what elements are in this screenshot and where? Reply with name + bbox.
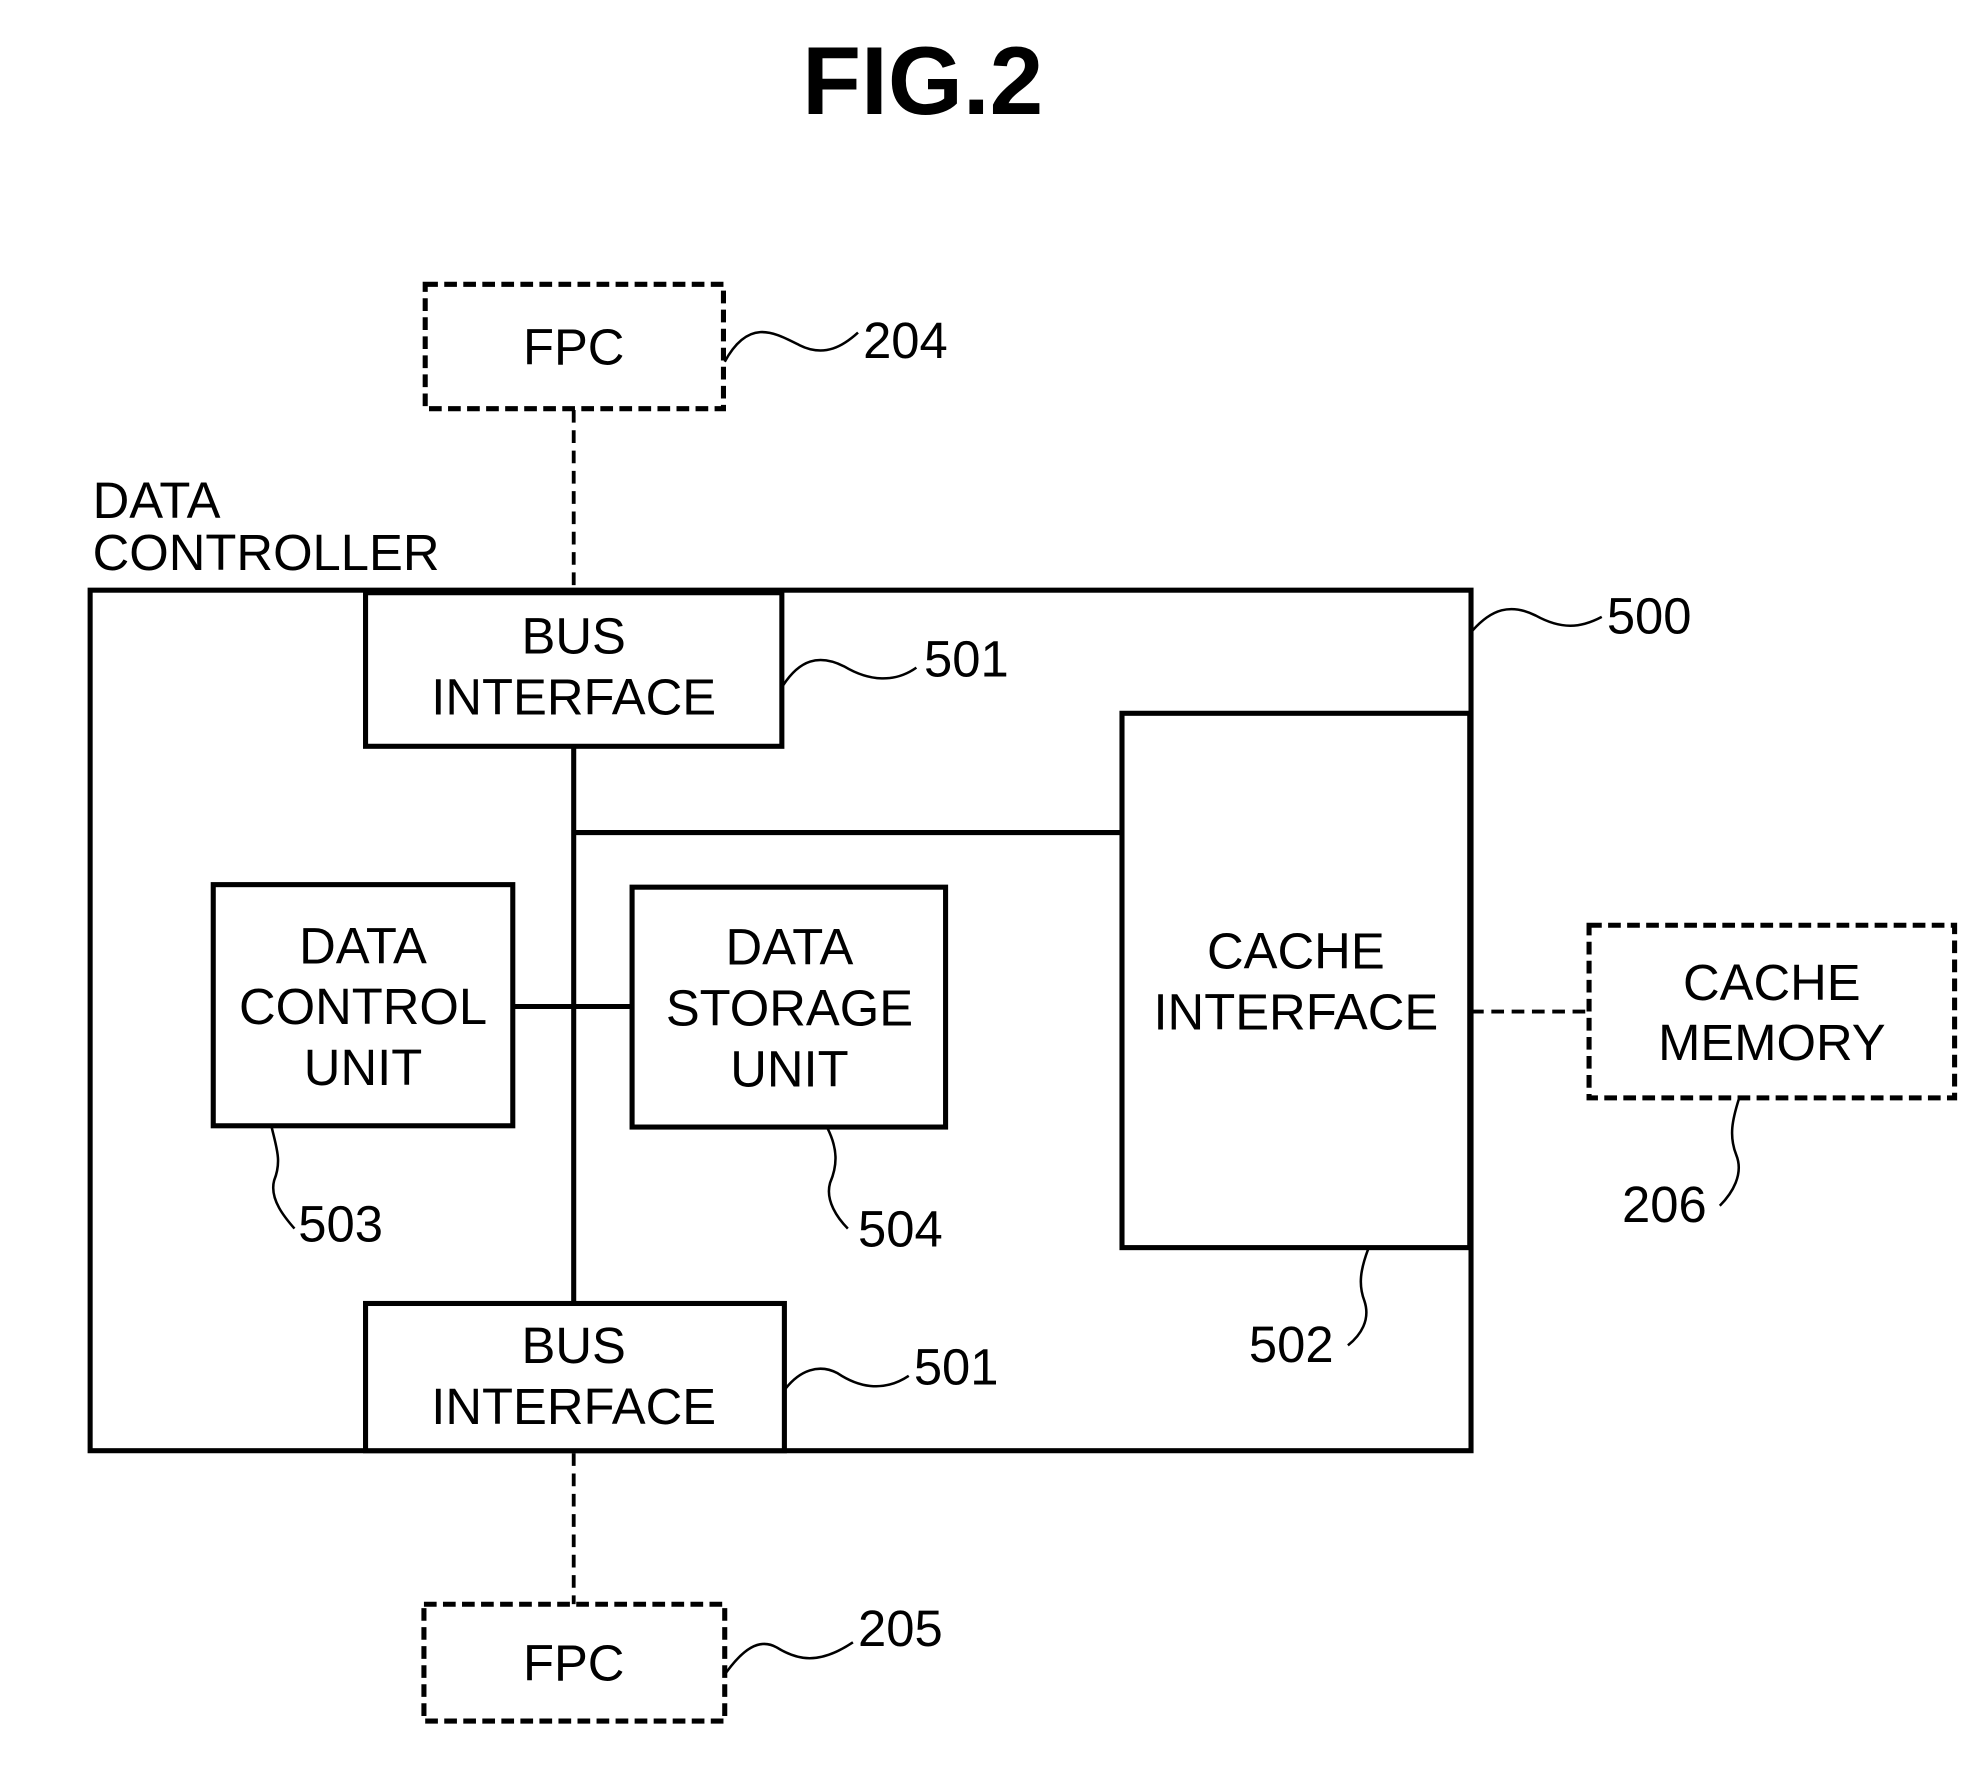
cache-interface-ref: 502 (1249, 1316, 1334, 1373)
data-control-unit-ref: 503 (298, 1195, 383, 1252)
figure-title: FIG.2 (802, 28, 1043, 135)
data-storage-unit-ref: 504 (858, 1200, 943, 1257)
cache-interface-line1: CACHE (1207, 922, 1385, 979)
cache-interface-line2: INTERFACE (1153, 983, 1438, 1040)
fpc-bottom-label: FPC (523, 1634, 625, 1691)
controller-ref: 500 (1607, 587, 1692, 644)
fpc-top-ref-leader (723, 330, 859, 363)
bus-interface-bottom-ref: 501 (914, 1339, 999, 1396)
bus-interface-bottom-block: BUS INTERFACE (363, 1300, 787, 1454)
cache-memory-ref: 206 (1622, 1176, 1707, 1233)
data-control-unit-line2: CONTROL (239, 978, 487, 1035)
data-storage-unit-block: DATA STORAGE UNIT (629, 884, 949, 1130)
controller-label-line2: CONTROLLER (93, 524, 440, 581)
fpc-top-block: FPC (422, 281, 727, 412)
fpc-top-ref: 204 (863, 312, 948, 369)
cache-memory-line2: MEMORY (1658, 1014, 1885, 1071)
cache-memory-ref-leader (1718, 1098, 1741, 1207)
bus-interface-top-line2: INTERFACE (431, 669, 716, 726)
data-control-unit-block: DATA CONTROL UNIT (210, 882, 516, 1129)
diagram-canvas: FIG.2 FPC 204 DATA CONTROLLER 500 BUS IN… (87, 28, 1958, 1724)
fpc-bottom-ref: 205 (858, 1600, 943, 1657)
fpc-top-label: FPC (523, 318, 625, 375)
data-control-unit-line3: UNIT (304, 1039, 422, 1096)
bus-interface-top-line1: BUS (522, 608, 626, 665)
bus-interface-bottom-line2: INTERFACE (431, 1378, 716, 1435)
fpc-bottom-ref-leader (724, 1641, 854, 1674)
cache-memory-block: CACHE MEMORY (1586, 922, 1958, 1101)
data-storage-unit-line2: STORAGE (666, 980, 913, 1037)
bus-interface-top-ref: 501 (924, 630, 1009, 687)
cache-interface-block: CACHE INTERFACE (1119, 710, 1473, 1251)
bus-interface-bottom-line1: BUS (522, 1317, 626, 1374)
data-control-unit-line1: DATA (299, 917, 427, 974)
controller-ref-leader (1471, 607, 1603, 632)
data-storage-unit-line3: UNIT (730, 1040, 848, 1097)
controller-label-line1: DATA (93, 472, 221, 529)
data-storage-unit-line1: DATA (726, 919, 854, 976)
fpc-bottom-block: FPC (421, 1601, 728, 1724)
cache-memory-line1: CACHE (1683, 954, 1861, 1011)
bus-interface-top-block: BUS INTERFACE (363, 590, 785, 749)
